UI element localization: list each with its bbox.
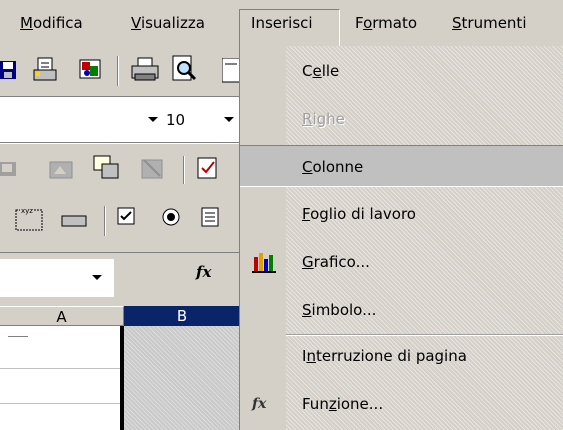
row-divider <box>0 368 120 369</box>
menu-bar: Modifica Visualizza Inserisci Formato St… <box>0 0 563 46</box>
menu-modifica[interactable]: Modifica <box>20 10 83 36</box>
edit-comment-icon[interactable] <box>48 156 74 182</box>
menu-item-funzione[interactable]: fx Funzione... <box>240 383 563 425</box>
column-header-b[interactable]: B <box>124 306 240 326</box>
selected-column-b[interactable] <box>124 326 240 430</box>
group-box-icon[interactable]: xyz <box>14 204 44 234</box>
button-control-icon[interactable] <box>60 212 90 232</box>
menu-item-grafico[interactable]: Grafico... <box>240 241 563 283</box>
menu-formato[interactable]: Formato <box>355 10 417 36</box>
insert-function-button[interactable]: fx <box>196 263 211 281</box>
reviewing-toolbar <box>0 144 240 194</box>
menu-item-righe[interactable]: Righe <box>240 98 563 140</box>
row-divider <box>0 403 120 404</box>
formula-bar: fx <box>0 252 240 302</box>
comment-icon[interactable] <box>0 158 18 180</box>
task-icon[interactable] <box>194 154 222 182</box>
menu-item-interruzione-di-pagina[interactable]: Interruzione di pagina <box>240 335 563 377</box>
delete-comment-icon[interactable] <box>138 154 166 182</box>
menu-strumenti[interactable]: Strumenti <box>452 10 526 36</box>
menu-visualizza[interactable]: Visualizza <box>131 10 205 36</box>
print-preview-icon[interactable] <box>170 54 200 84</box>
font-name-dropdown-icon[interactable] <box>148 117 158 122</box>
svg-text:xyz: xyz <box>21 207 33 215</box>
toolbar-separator <box>117 56 119 86</box>
toolbar-separator-3 <box>104 206 106 236</box>
show-comments-icon[interactable] <box>92 154 120 182</box>
menu-item-celle[interactable]: Celle <box>240 50 563 92</box>
menu-item-colonne[interactable]: Colonne <box>240 145 563 187</box>
menu-item-simbolo[interactable]: Simbolo... <box>240 289 563 331</box>
list-box-icon[interactable] <box>200 206 226 228</box>
row-divider <box>8 336 28 337</box>
checkbox-control-icon[interactable] <box>116 206 138 228</box>
formatting-toolbar: 10 <box>0 96 240 142</box>
function-icon: fx <box>252 396 267 412</box>
research-icon[interactable] <box>76 56 104 84</box>
name-box-dropdown-icon[interactable] <box>92 275 102 280</box>
spelling-icon[interactable] <box>222 58 240 84</box>
print-icon[interactable] <box>130 56 160 84</box>
save-icon[interactable] <box>0 59 18 81</box>
permission-icon[interactable] <box>32 56 60 84</box>
forms-toolbar: xyz <box>0 194 240 252</box>
option-button-icon[interactable] <box>160 206 182 228</box>
chart-icon <box>252 253 276 273</box>
font-size-dropdown-icon[interactable] <box>224 117 234 122</box>
menu-inserisci[interactable]: Inserisci <box>239 9 340 46</box>
menu-item-foglio-di-lavoro[interactable]: Foglio di lavoro <box>240 193 563 235</box>
toolbar-separator-2 <box>183 156 185 184</box>
selection-border <box>120 326 124 430</box>
font-size-field[interactable]: 10 <box>166 97 185 143</box>
standard-toolbar <box>0 46 240 96</box>
insert-menu-dropdown: Celle Righe Colonne Foglio di lavoro Gra… <box>239 46 563 430</box>
column-header-a[interactable]: A <box>0 306 124 326</box>
